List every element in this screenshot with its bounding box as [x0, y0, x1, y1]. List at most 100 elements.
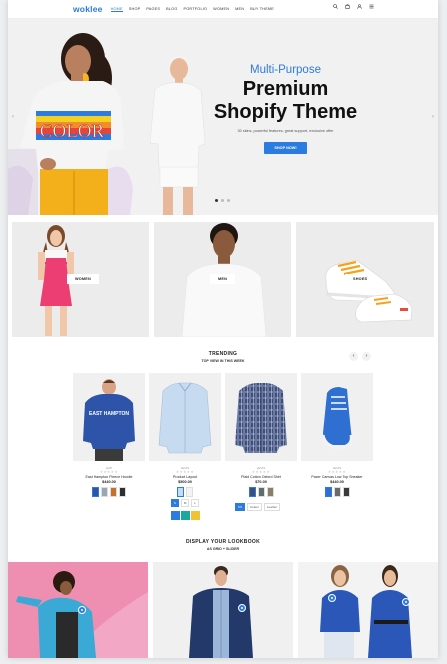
page-frame: woklee HOME SHOP PAGES BLOG PORTFOLIO WO… — [8, 0, 438, 658]
category-label-shoes: SHOES — [345, 274, 376, 284]
rating-stars: ★★★★★ — [327, 470, 347, 474]
hero-shirt-text: COLOR — [40, 121, 105, 142]
product-card[interactable]: LEVIS ★★★★★ Product Layout $500.00 S M L — [149, 373, 221, 520]
product-name[interactable]: Plaid Cotton Oxford Shirt — [225, 475, 297, 479]
category-shoes[interactable]: SHOES — [296, 222, 434, 337]
lookbook-subtitle: AS GRID + SLIDER — [206, 547, 240, 551]
size-option[interactable]: S — [170, 499, 179, 507]
product-sizes: S M L — [149, 499, 221, 507]
main-nav: HOME SHOP PAGES BLOG PORTFOLIO WOMEN MEN… — [110, 7, 274, 12]
product-image[interactable] — [225, 373, 297, 461]
site-logo[interactable]: woklee — [73, 4, 103, 14]
swatch[interactable] — [119, 487, 126, 497]
nav-item-buy-theme[interactable]: BUY THEME — [250, 7, 274, 12]
product-price: $440.00 — [330, 480, 344, 484]
swatch[interactable] — [92, 487, 99, 497]
product-swatches — [73, 487, 145, 497]
lookbook-hotspot[interactable] — [328, 594, 336, 602]
category-women[interactable]: WOMEN — [12, 222, 149, 337]
product-image[interactable] — [301, 373, 373, 461]
size-option[interactable]: Leather — [263, 503, 281, 511]
size-option[interactable]: XS — [235, 503, 246, 511]
hoodie-print-text: EAST HAMPTON — [89, 411, 129, 417]
trending-subtitle: TOP VIEW IN THIS WEEK — [201, 359, 245, 363]
menu-icon[interactable] — [369, 4, 374, 9]
slide-dot[interactable] — [215, 199, 218, 202]
nav-item-shop[interactable]: SHOP — [129, 7, 141, 12]
nav-item-men[interactable]: MEN — [235, 7, 244, 12]
product-name[interactable]: Pacer Canvas Low Top Sneaker — [301, 475, 373, 479]
product-card[interactable]: EAST HAMPTON GAP ★★★★★ East Hampton Flee… — [73, 373, 145, 497]
lookbook-hotspot[interactable] — [402, 598, 410, 606]
swatch[interactable] — [101, 487, 108, 497]
swatch[interactable] — [342, 487, 350, 497]
product-image[interactable] — [149, 373, 221, 461]
nav-item-pages[interactable]: PAGES — [146, 7, 160, 12]
product-name[interactable]: Product Layout — [149, 475, 221, 479]
category-men[interactable]: MEN — [154, 222, 291, 337]
swatch[interactable] — [110, 487, 117, 497]
swatch[interactable] — [186, 487, 193, 497]
rating-stars: ★★★★★ — [251, 470, 271, 474]
color-swatch[interactable] — [180, 511, 190, 520]
size-option[interactable]: Cotton — [247, 503, 262, 511]
color-swatch[interactable] — [190, 511, 200, 520]
product-name[interactable]: East Hampton Fleece Hoodie — [73, 475, 145, 479]
hero-description: 30 skins, powerful features, great suppo… — [237, 129, 334, 133]
lookbook-item[interactable] — [298, 562, 438, 658]
size-option[interactable]: M — [180, 499, 190, 507]
lookbook-item[interactable] — [153, 562, 293, 658]
swatch[interactable] — [333, 487, 341, 497]
user-icon[interactable] — [357, 4, 362, 9]
hoodie-image: EAST HAMPTON — [83, 379, 135, 461]
product-swatches — [225, 487, 297, 497]
product-card[interactable]: LEVIS ★★★★★ Pacer Canvas Low Top Sneaker… — [301, 373, 373, 497]
lookbook-hotspot[interactable] — [78, 606, 86, 614]
lookbook-image — [320, 565, 412, 658]
color-swatches — [149, 511, 221, 520]
cart-icon[interactable] — [345, 4, 350, 9]
slide-dot[interactable] — [221, 199, 224, 202]
product-price: $70.00 — [255, 480, 267, 484]
category-label-women: WOMEN — [67, 274, 99, 284]
nav-item-women[interactable]: WOMEN — [213, 7, 229, 12]
color-swatch[interactable] — [170, 511, 180, 520]
plaid-shirt-image — [235, 383, 287, 453]
hero-next-arrow[interactable]: › — [432, 114, 434, 120]
hero-subtitle: Multi-Purpose — [250, 64, 321, 76]
lookbook-title: DISPLAY YOUR LOOKBOOK — [186, 539, 260, 545]
lookbook-hotspot[interactable] — [238, 604, 246, 612]
sneaker-image — [321, 387, 353, 449]
trending-next-button[interactable]: › — [362, 352, 371, 361]
swatch[interactable] — [248, 487, 256, 497]
product-price: $440.00 — [102, 480, 116, 484]
hero-dots — [215, 199, 230, 202]
nav-item-portfolio[interactable]: PORTFOLIO — [184, 7, 208, 12]
swatch[interactable] — [266, 487, 274, 497]
trending-title: TRENDING — [208, 351, 238, 357]
site-header: woklee HOME SHOP PAGES BLOG PORTFOLIO WO… — [8, 0, 438, 19]
hero-model-man — [149, 55, 206, 215]
swatch[interactable] — [257, 487, 265, 497]
product-card[interactable]: LEVIS ★★★★★ Plaid Cotton Oxford Shirt $7… — [225, 373, 297, 511]
nav-item-blog[interactable]: BLOG — [166, 7, 177, 12]
shirt-image — [158, 382, 212, 454]
nav-item-home[interactable]: HOME — [110, 7, 123, 12]
slide-dot[interactable] — [227, 199, 230, 202]
trending-prev-button[interactable]: ‹ — [349, 352, 358, 361]
hero-title-line2: Shopify Theme — [213, 101, 358, 123]
search-icon[interactable] — [333, 4, 338, 9]
rating-stars: ★★★★★ — [99, 470, 119, 474]
product-sizes: XS Cotton Leather — [235, 503, 297, 511]
lookbook-image — [189, 566, 253, 658]
swatch[interactable] — [177, 487, 184, 497]
product-image[interactable]: EAST HAMPTON — [73, 373, 145, 461]
swatch[interactable] — [324, 487, 332, 497]
shop-now-button[interactable]: SHOP NOW! — [264, 142, 307, 154]
category-label-men: MEN — [210, 274, 236, 284]
hero-title: Premium Shopify Theme — [203, 78, 368, 124]
hero-prev-arrow[interactable]: ‹ — [12, 114, 14, 120]
rating-stars: ★★★★★ — [175, 470, 195, 474]
lookbook-item[interactable] — [8, 562, 148, 658]
size-option[interactable]: L — [191, 499, 200, 507]
